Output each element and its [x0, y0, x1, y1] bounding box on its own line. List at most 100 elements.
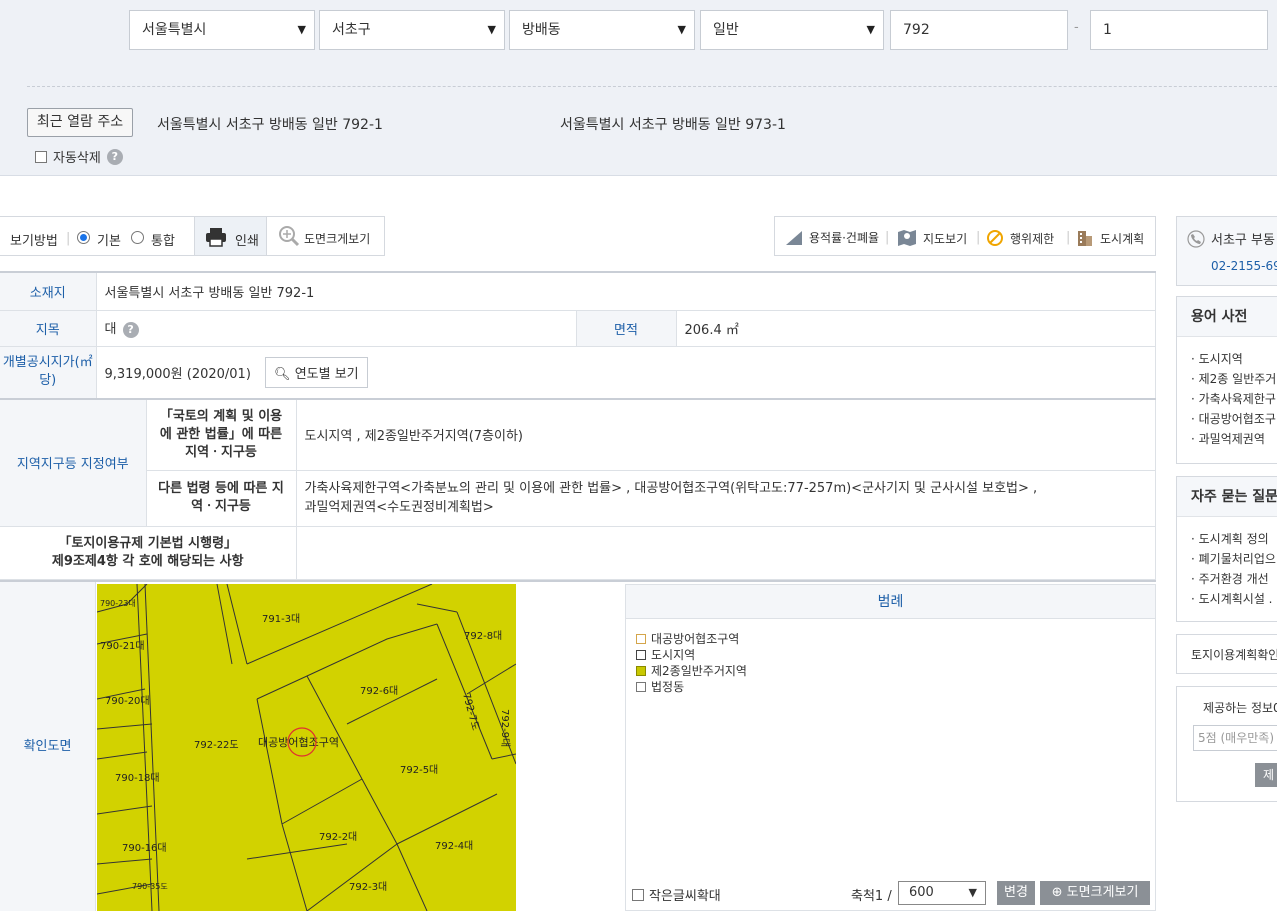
faq-item[interactable]: · 도시계획 정의 — [1177, 529, 1277, 549]
map-icon — [898, 230, 916, 246]
view-mode-bar: 보기방법 | 기본 통합 인쇄 도면크게보기 — [0, 216, 385, 256]
help-icon[interactable]: ? — [106, 148, 123, 165]
contact-box: 서초구 부동 02-2155-69 — [1176, 216, 1277, 286]
scale-label: 축척1 / — [851, 889, 892, 904]
yearly-price-button[interactable]: 🔍︎ 연도별 보기 — [265, 356, 368, 388]
city-plan-button[interactable]: 도시계획 — [1076, 229, 1144, 247]
far-bcr-button[interactable]: 용적률·건폐율 — [785, 229, 879, 246]
parcel-label: 792-9대 — [499, 709, 511, 747]
confirm-map-label: 확인도면 — [0, 582, 96, 911]
price-value: 9,319,000원 (2020/01) — [104, 366, 251, 382]
map-view-button[interactable]: 지도보기 — [897, 229, 967, 247]
divider: | — [66, 231, 71, 246]
confirm-map-section: 확인도면 791-3대 792-8대 790-21대 792-6대 790-20… — [0, 580, 1156, 911]
table-row: 「토지이용규제 기본법 시행령」 제9조제4항 각 호에 해당되는 사항 — [0, 526, 1156, 580]
glossary-item[interactable]: · 도시지역 — [1177, 349, 1277, 369]
divider — [27, 86, 1277, 87]
recent-address-button[interactable]: 최근 열람 주소 — [27, 108, 133, 137]
small-text-label: 작은글씨확대 — [649, 889, 721, 904]
chevron-down-icon: ▼ — [968, 886, 977, 899]
legend-item: 도시지역 — [636, 646, 695, 663]
glossary-item[interactable]: · 과밀억제권역 — [1177, 429, 1277, 449]
recent-address-link[interactable]: 서울특별시 서초구 방배동 일반 792-1 — [157, 114, 383, 134]
glossary-item[interactable]: · 제2종 일반주거 — [1177, 369, 1277, 389]
table-row: 소재지 서울특별시 서초구 방배동 일반 792-1 — [0, 271, 1156, 311]
dong-select[interactable]: 방배동 ▼ — [509, 10, 695, 50]
small-text-toggle[interactable]: 작은글씨확대 — [632, 885, 721, 904]
rating-box: 제공하는 정보0 5점 (매우만족) 제 — [1176, 686, 1277, 802]
zoom-map-button[interactable] — [278, 225, 300, 251]
glossary-item[interactable]: · 대공방어협조구 — [1177, 409, 1277, 429]
parcel-zone-label: 대공방어협조구역 — [258, 736, 339, 749]
location-value: 서울특별시 서초구 방배동 일반 792-1 — [96, 271, 1156, 311]
parcel-label: 792-6대 — [360, 685, 398, 697]
building-icon — [1078, 231, 1092, 246]
view-combined-label[interactable]: 통합 — [151, 230, 175, 249]
faq-item[interactable]: · 주거환경 개선 — [1177, 569, 1277, 589]
map-toolbar: 용적률·건폐율 | 지도보기 | 행위제한 | 도시계획 — [774, 216, 1156, 256]
view-basic-label[interactable]: 기본 — [97, 230, 121, 249]
parcel-label: 792-3대 — [349, 881, 387, 893]
view-mode-label: 보기방법 — [10, 234, 58, 249]
parcel-label: 792-4대 — [435, 840, 473, 852]
print-button[interactable]: 인쇄 — [194, 217, 267, 255]
glossary-item[interactable]: · 가축사육제한구 — [1177, 389, 1277, 409]
recent-address-link[interactable]: 서울특별시 서초구 방배동 일반 973-1 — [560, 114, 786, 134]
zoom-map-label[interactable]: 도면크게보기 — [304, 230, 370, 247]
restriction-label: 행위제한 — [1010, 231, 1055, 246]
jimok-label: 지목 — [0, 310, 97, 347]
scale-change-button[interactable]: 변경 — [997, 881, 1035, 905]
land-info-table: 소재지 서울특별시 서초구 방배동 일반 792-1 지목 대 ? 면적 206… — [0, 271, 1156, 580]
rating-submit-button[interactable]: 제 — [1255, 763, 1277, 787]
auto-delete-checkbox[interactable] — [35, 150, 47, 163]
parcel-label: 792-2대 — [319, 831, 357, 843]
confirm-link-box[interactable]: 토지이용계획확인 — [1176, 634, 1277, 674]
map-controls: 작은글씨확대 축척1 / 600 ▼ 변경 ⊕ 도면크게보기 — [626, 881, 1155, 911]
scale-select[interactable]: 600 ▼ — [898, 881, 986, 905]
location-label: 소재지 — [0, 271, 97, 311]
auto-delete-toggle[interactable]: 자동삭제 ? — [35, 147, 123, 166]
yearly-price-label: 연도별 보기 — [294, 366, 359, 382]
faq-title: 자주 묻는 질문 — [1177, 477, 1277, 517]
rating-select[interactable]: 5점 (매우만족) — [1193, 725, 1277, 751]
table-row: 지역지구등 지정여부 「국토의 계획 및 이용에 관한 법률」에 따른 지역ㆍ지… — [0, 398, 1156, 527]
sub-number-input[interactable]: 1 — [1090, 10, 1268, 50]
rule-label-line: 「토지이용규제 기본법 시행령」 — [58, 535, 238, 551]
parcel-label: 790-16대 — [122, 842, 167, 854]
zoom-map-button-bottom[interactable]: ⊕ 도면크게보기 — [1040, 881, 1150, 905]
zone-label: 지역지구등 지정여부 — [0, 398, 147, 527]
contact-office-label: 서초구 부동 — [1211, 233, 1275, 248]
printer-icon — [206, 228, 226, 247]
law2-value-line: 가축사육제한구역<가축분뇨의 관리 및 이용에 관한 법률> , 대공방어협조구… — [304, 481, 1038, 496]
restriction-button[interactable]: 행위제한 — [986, 229, 1054, 247]
view-basic-radio[interactable] — [77, 231, 90, 244]
small-text-checkbox[interactable] — [632, 888, 644, 901]
faq-item[interactable]: · 폐기물처리업으 — [1177, 549, 1277, 569]
main-number-input[interactable]: 792 — [890, 10, 1068, 50]
faq-item[interactable]: · 도시계획시설 . — [1177, 589, 1277, 609]
search-icon: 🔍︎ — [274, 366, 291, 382]
legend-item: 법정동 — [636, 678, 684, 695]
city-select[interactable]: 서울특별시 ▼ — [129, 10, 315, 50]
law1-label: 「국토의 계획 및 이용에 관한 법률」에 따른 지역ㆍ지구등 — [146, 398, 297, 471]
glossary-box: 용어 사전 · 도시지역 · 제2종 일반주거 · 가축사육제한구 · 대공방어… — [1176, 296, 1277, 464]
parcel-label: 792-22도 — [194, 740, 239, 751]
chevron-down-icon: ▼ — [866, 23, 875, 36]
view-combined-radio[interactable] — [131, 231, 144, 244]
faq-box: 자주 묻는 질문 · 도시계획 정의 · 폐기물처리업으 · 주거환경 개선 ·… — [1176, 476, 1277, 622]
contact-phone[interactable]: 02-2155-69 — [1211, 259, 1277, 273]
help-icon[interactable]: ? — [122, 322, 139, 338]
land-type-select[interactable]: 일반 ▼ — [700, 10, 884, 50]
magnifier-plus-icon — [279, 226, 300, 247]
glossary-title: 용어 사전 — [1177, 297, 1277, 337]
rule-value — [296, 526, 1156, 580]
district-select[interactable]: 서초구 ▼ — [319, 10, 505, 50]
divider: | — [976, 230, 981, 245]
confirm-link[interactable]: 토지이용계획확인 — [1177, 635, 1277, 673]
legend-item: 대공방어협조구역 — [636, 630, 739, 647]
table-row: 개별공시지가(㎡당) 9,319,000원 (2020/01) 🔍︎ 연도별 보… — [0, 346, 1156, 400]
parcel-label: 790-21대 — [100, 640, 145, 652]
rule-label-line: 제9조제4항 각 호에 해당되는 사항 — [51, 553, 244, 569]
contact-office: 서초구 부동 — [1187, 229, 1275, 248]
cadastral-map[interactable]: 791-3대 792-8대 790-21대 792-6대 790-20대 792… — [97, 584, 516, 911]
